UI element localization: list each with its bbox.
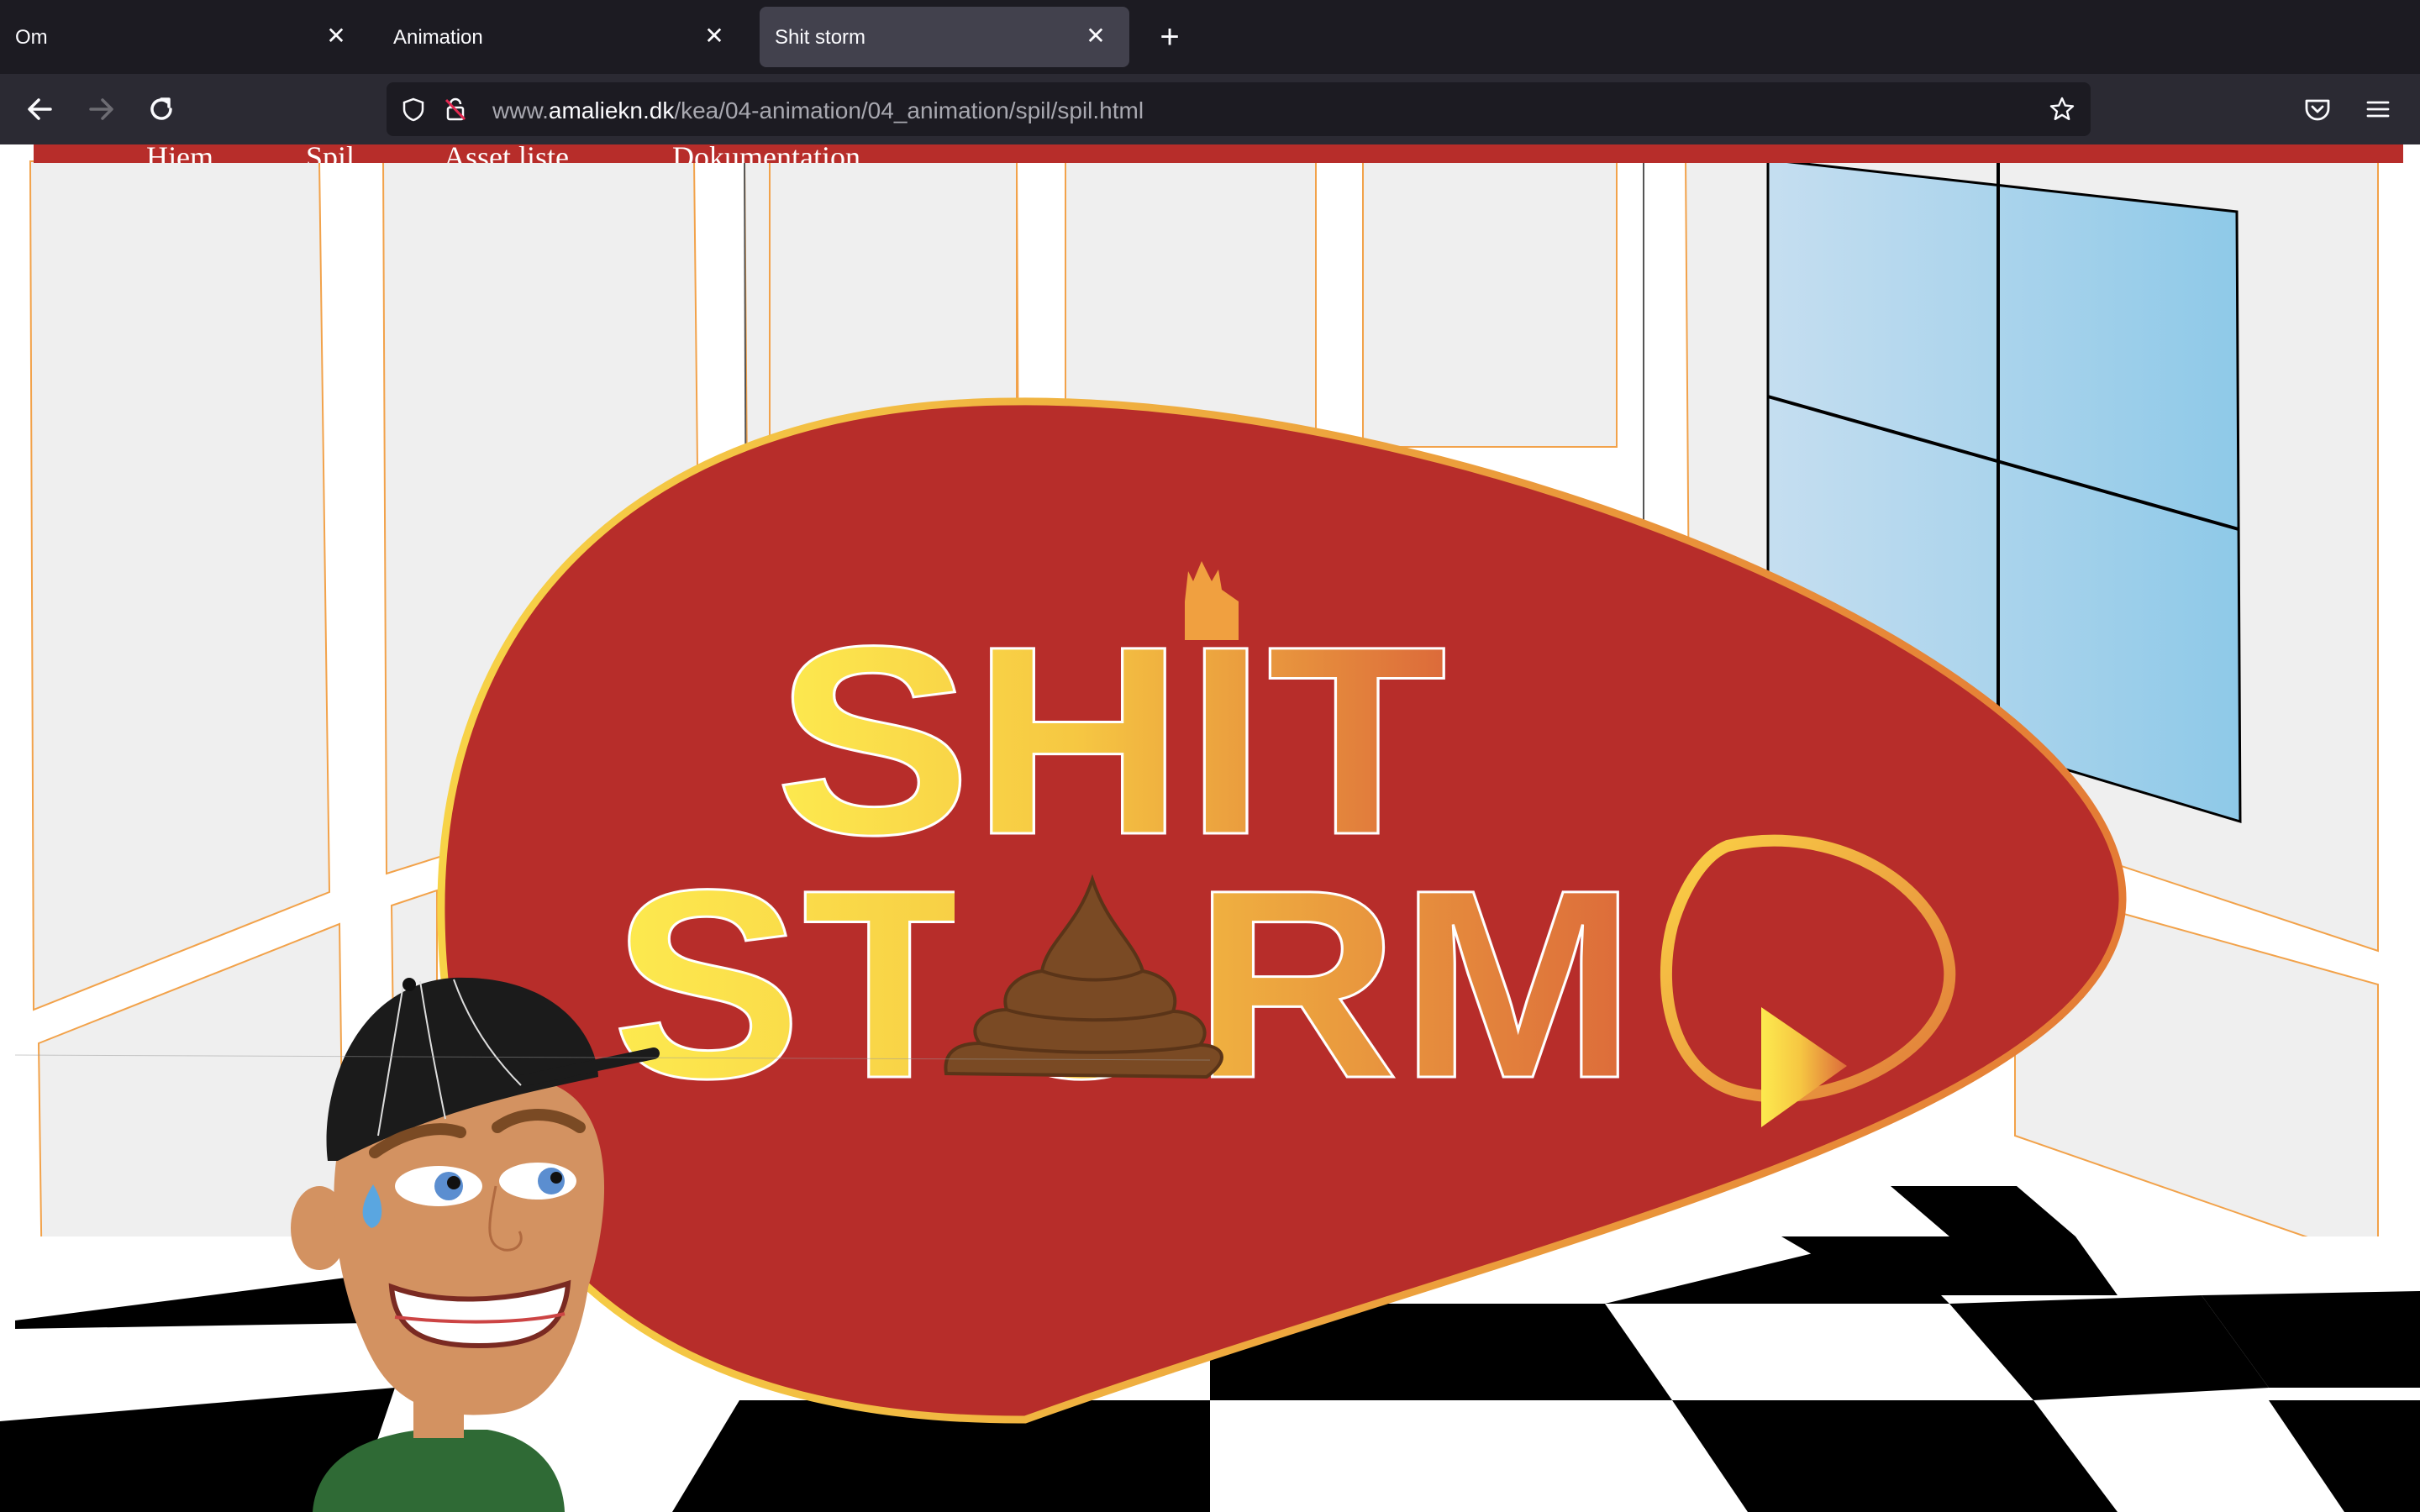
site-nav-item-asset-liste[interactable]: Asset liste xyxy=(444,144,569,163)
site-nav-item-dokumentation[interactable]: Dokumentation xyxy=(672,144,860,163)
address-bar[interactable]: www.amaliekn.dk/kea/04-animation/04_anim… xyxy=(387,82,2091,136)
close-tab-icon[interactable]: ✕ xyxy=(321,21,351,51)
close-tab-icon[interactable]: ✕ xyxy=(1081,21,1111,51)
tab-label: Animation xyxy=(393,26,483,49)
forward-arrow-icon[interactable] xyxy=(81,89,121,129)
browser-tab-bar: Om ✕ Animation ✕ Shit storm ✕ + xyxy=(0,0,2420,74)
page-viewport: SHIT STORM xyxy=(0,144,2420,1512)
insecure-lock-icon[interactable] xyxy=(442,96,469,123)
tab-label: Om xyxy=(15,26,48,49)
site-nav-item-spil[interactable]: Spil xyxy=(306,144,355,163)
browser-nav-bar: www.amaliekn.dk/kea/04-animation/04_anim… xyxy=(0,74,2420,144)
site-nav-item-hjem[interactable]: Hjem xyxy=(146,144,213,163)
shield-icon[interactable] xyxy=(400,96,427,123)
pocket-icon[interactable] xyxy=(2302,94,2333,124)
menu-icon[interactable] xyxy=(2363,94,2393,124)
reload-icon[interactable] xyxy=(141,89,182,129)
close-tab-icon[interactable]: ✕ xyxy=(699,21,729,51)
poop-icon xyxy=(944,874,1223,1079)
bookmark-star-icon[interactable] xyxy=(2049,96,2075,123)
back-arrow-icon[interactable] xyxy=(20,89,60,129)
new-tab-plus-icon[interactable]: + xyxy=(1151,18,1188,55)
game-scene: SHIT STORM xyxy=(0,153,2420,1512)
tab-shit-storm[interactable]: Shit storm ✕ xyxy=(760,7,1129,67)
tab-animation[interactable]: Animation ✕ xyxy=(378,7,748,67)
tab-label: Shit storm xyxy=(775,26,866,49)
site-nav-bar: Hjem Spil Asset liste Dokumentation xyxy=(34,144,2403,163)
tab-om[interactable]: Om ✕ xyxy=(0,7,370,67)
url-text: www.amaliekn.dk/kea/04-animation/04_anim… xyxy=(492,97,1144,123)
